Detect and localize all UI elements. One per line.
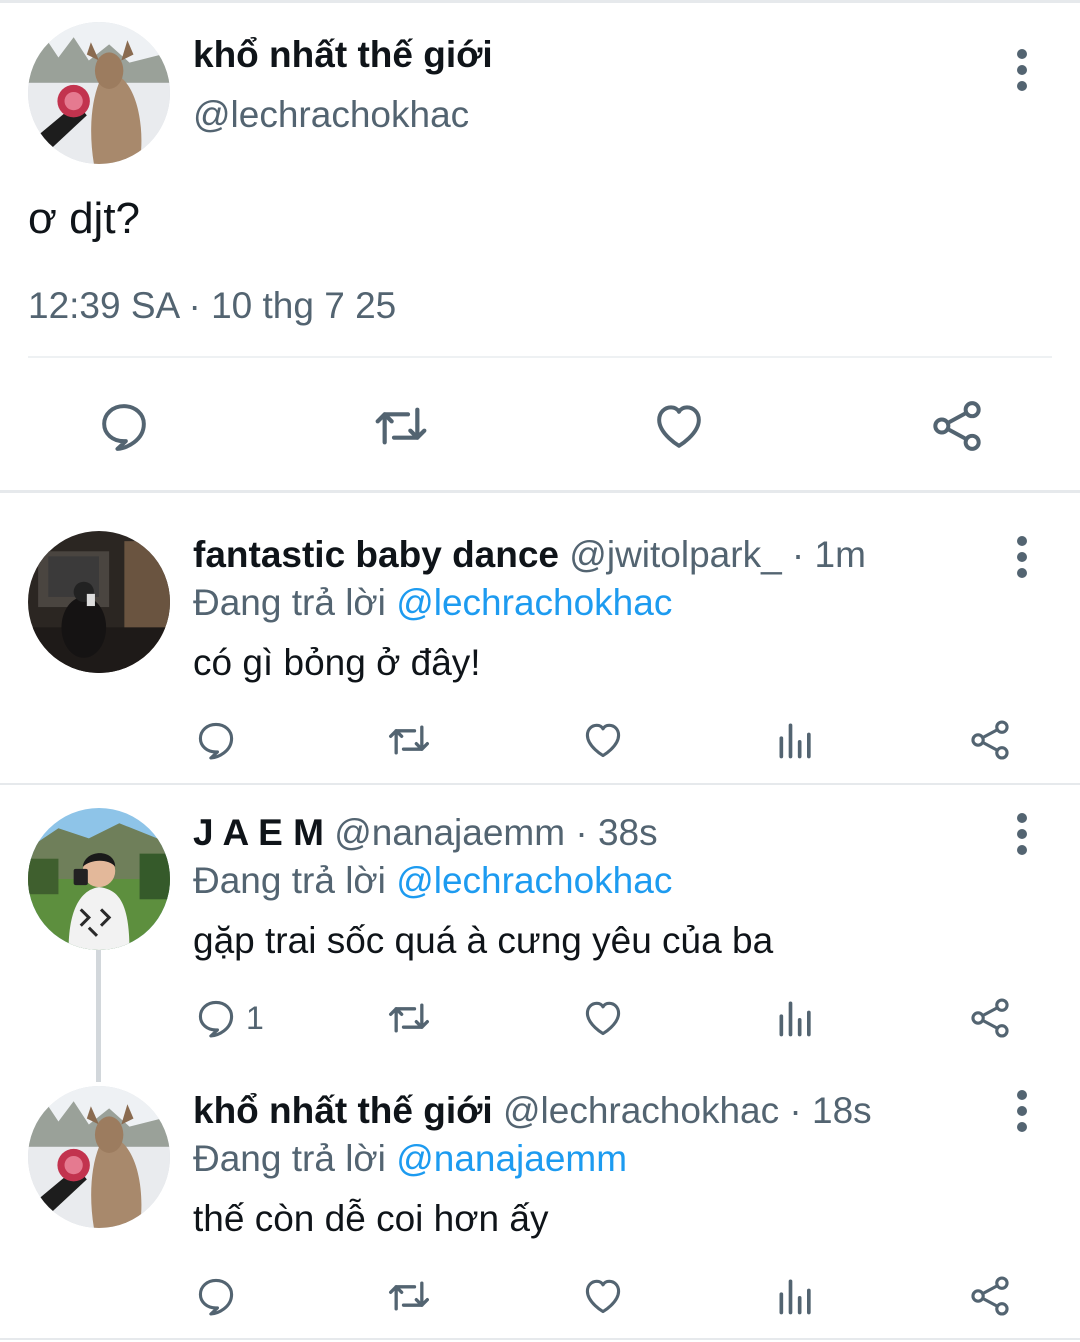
replying-to-prefix: Đang trả lời: [193, 860, 397, 901]
avatar[interactable]: [28, 531, 170, 673]
replying-to-line: Đang trả lời @nanajaemm: [193, 1138, 627, 1180]
share-icon[interactable]: [968, 996, 1012, 1040]
avatar[interactable]: [28, 22, 170, 164]
reply-time: · 18s: [779, 1090, 872, 1131]
main-tweet-text: ơ djt?: [28, 194, 141, 243]
avatar[interactable]: [28, 1086, 170, 1228]
divider: [28, 356, 1052, 358]
main-timestamp[interactable]: 12:39 SA · 10 thg 7 25: [28, 285, 396, 327]
reply-header: khổ nhất thế giới @lechrachokhac · 18s: [193, 1090, 872, 1132]
like-icon[interactable]: [581, 1274, 625, 1318]
more-options-icon[interactable]: [1002, 804, 1042, 864]
avatar-park-image: [28, 808, 170, 950]
reply-time: · 1m: [781, 534, 866, 575]
section-divider: [0, 783, 1080, 785]
reply-handle[interactable]: @lechrachokhac: [503, 1090, 779, 1131]
share-icon[interactable]: [968, 1274, 1012, 1318]
retweet-icon[interactable]: [372, 398, 430, 454]
replying-to-prefix: Đang trả lời: [193, 582, 397, 623]
share-icon[interactable]: [929, 398, 985, 454]
stats-icon[interactable]: [774, 996, 818, 1040]
thread-line: [96, 950, 101, 1082]
reply-handle[interactable]: @jwitolpark_: [569, 534, 781, 575]
stats-icon[interactable]: [774, 1274, 818, 1318]
avatar-deer-image: [28, 22, 170, 164]
retweet-icon[interactable]: [386, 718, 432, 762]
replying-to-line: Đang trả lời @lechrachokhac: [193, 860, 672, 902]
reply-icon[interactable]: [194, 996, 238, 1040]
reply-icon[interactable]: [194, 718, 238, 762]
section-divider: [0, 1338, 1080, 1340]
retweet-icon[interactable]: [386, 996, 432, 1040]
avatar-deer-image: [28, 1086, 170, 1228]
reply-text: thế còn dễ coi hơn ấy: [193, 1198, 549, 1239]
like-icon[interactable]: [581, 996, 625, 1040]
more-options-icon[interactable]: [1002, 527, 1042, 587]
like-icon[interactable]: [651, 398, 707, 454]
replying-to-line: Đang trả lời @lechrachokhac: [193, 582, 672, 624]
reply-header: J A E M @nanajaemm · 38s: [193, 812, 658, 854]
stats-icon[interactable]: [774, 718, 818, 762]
avatar-room-image: [28, 531, 170, 673]
reply-icon[interactable]: [96, 398, 152, 454]
reply-handle[interactable]: @nanajaemm: [334, 812, 565, 853]
avatar[interactable]: [28, 808, 170, 950]
more-options-icon[interactable]: [1002, 1081, 1042, 1141]
reply-time: · 38s: [565, 812, 658, 853]
main-handle[interactable]: @lechrachokhac: [193, 94, 469, 136]
reply-text: gặp trai sốc quá à cưng yêu của ba: [193, 920, 774, 961]
reply-display-name[interactable]: fantastic baby dance: [193, 534, 559, 575]
main-display-name[interactable]: khổ nhất thế giới: [193, 34, 493, 76]
more-options-icon[interactable]: [1002, 40, 1042, 100]
reply-display-name[interactable]: J A E M: [193, 812, 324, 853]
replying-to-link[interactable]: @nanajaemm: [396, 1138, 627, 1179]
reply-display-name[interactable]: khổ nhất thế giới: [193, 1090, 493, 1131]
replying-to-link[interactable]: @lechrachokhac: [396, 860, 672, 901]
section-divider: [0, 490, 1080, 493]
reply-icon[interactable]: [194, 1274, 238, 1318]
reply-header: fantastic baby dance @jwitolpark_ · 1m: [193, 534, 866, 576]
top-border: [0, 0, 1080, 3]
share-icon[interactable]: [968, 718, 1012, 762]
reply-count: 1: [246, 1000, 264, 1036]
replying-to-prefix: Đang trả lời: [193, 1138, 397, 1179]
retweet-icon[interactable]: [386, 1274, 432, 1318]
replying-to-link[interactable]: @lechrachokhac: [396, 582, 672, 623]
reply-text: có gì bỏng ở đây!: [193, 642, 481, 683]
like-icon[interactable]: [581, 718, 625, 762]
